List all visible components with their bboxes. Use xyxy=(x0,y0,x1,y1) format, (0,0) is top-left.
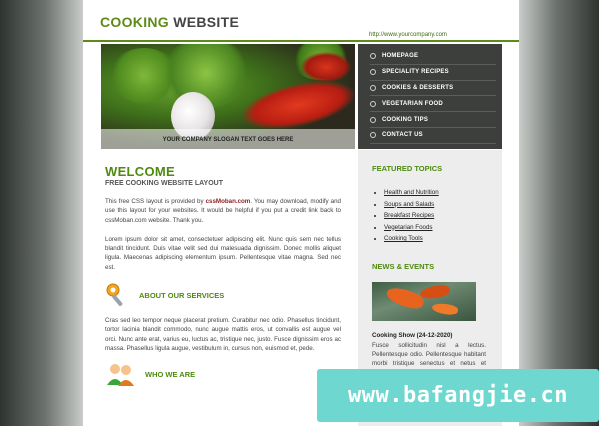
topic-link[interactable]: Soups and Salads xyxy=(384,199,502,211)
event-title[interactable]: Cooking Show (24-12-2020) xyxy=(372,332,452,339)
topic-link[interactable]: Vegetarian Foods xyxy=(384,222,502,234)
site-logo[interactable]: COOKING WEBSITE xyxy=(100,14,239,30)
circle-bullet-icon xyxy=(370,116,376,123)
topic-link[interactable]: Health and Nutrition xyxy=(384,187,502,199)
news-events-title: NEWS & EVENTS xyxy=(372,261,435,271)
page-subtitle: FREE COOKING WEBSITE LAYOUT xyxy=(105,180,223,187)
nav-item-homepage[interactable]: HOMEPAGE xyxy=(370,49,496,65)
topic-link[interactable]: Cooking Tools xyxy=(384,233,502,245)
page-container: COOKING WEBSITE http://www.yourcompany.c… xyxy=(83,0,519,426)
koi-decoration xyxy=(431,302,459,316)
circle-bullet-icon xyxy=(370,53,376,60)
who-title: WHO WE ARE xyxy=(145,369,196,379)
intro-text: This free CSS layout is provided by xyxy=(105,198,206,205)
hero-banner: YOUR COMPANY SLOGAN TEXT GOES HERE xyxy=(101,44,355,149)
nav-item-cooking-tips[interactable]: COOKING TIPS xyxy=(370,112,496,128)
topics-list: Health and Nutrition Soups and Salads Br… xyxy=(384,187,502,245)
nav-item-cookies-desserts[interactable]: COOKIES & DESSERTS xyxy=(370,81,496,97)
lorem-paragraph: Lorem ipsum dolor sit amet, consectetuer… xyxy=(105,235,341,271)
hero-slogan: YOUR COMPANY SLOGAN TEXT GOES HERE xyxy=(162,137,294,143)
watermark-overlay: www.bafangjie.cn xyxy=(317,369,599,422)
nav-item-speciality-recipes[interactable]: SPECIALITY RECIPES xyxy=(370,65,496,81)
circle-bullet-icon xyxy=(370,84,376,91)
watermark-text: www.bafangjie.cn xyxy=(348,383,568,408)
news-image[interactable] xyxy=(372,282,476,321)
circle-bullet-icon xyxy=(370,100,376,107)
logo-part1: COOKING xyxy=(100,14,169,30)
header: COOKING WEBSITE http://www.yourcompany.c… xyxy=(83,0,519,42)
pepper-decoration xyxy=(237,72,355,138)
nav-item-label: COOKING TIPS xyxy=(382,116,429,123)
nav-item-label: CONTACT US xyxy=(382,132,423,139)
circle-bullet-icon xyxy=(370,132,376,139)
services-title: ABOUT OUR SERVICES xyxy=(139,290,225,300)
nav-item-vegetarian-food[interactable]: VEGETARIAN FOOD xyxy=(370,96,496,113)
page-title: WELCOME xyxy=(105,164,175,179)
wrench-icon xyxy=(106,283,123,307)
circle-bullet-icon xyxy=(370,69,376,76)
intro-paragraph: This free CSS layout is provided by cssM… xyxy=(105,197,341,225)
logo-part2: WEBSITE xyxy=(173,14,240,30)
koi-decoration xyxy=(419,283,451,301)
nav-item-label: VEGETARIAN FOOD xyxy=(382,100,443,107)
main-content: WELCOME FREE COOKING WEBSITE LAYOUT This… xyxy=(105,164,341,387)
services-heading: ABOUT OUR SERVICES xyxy=(105,282,341,308)
company-url[interactable]: http://www.yourcompany.com xyxy=(369,32,447,38)
main-nav: HOMEPAGE SPECIALITY RECIPES COOKIES & DE… xyxy=(358,44,502,149)
koi-decoration xyxy=(384,284,426,312)
pepper-decoration xyxy=(301,52,351,82)
services-paragraph: Cras sed leo tempor neque placerat preti… xyxy=(105,317,341,352)
nav-item-label: SPECIALITY RECIPES xyxy=(382,69,449,76)
nav-item-contact-us[interactable]: CONTACT US xyxy=(370,128,496,144)
who-heading: WHO WE ARE xyxy=(105,361,341,387)
topic-link[interactable]: Breakfast Recipes xyxy=(384,210,502,222)
nav-item-label: HOMEPAGE xyxy=(382,53,419,60)
nav-item-label: COOKIES & DESSERTS xyxy=(382,84,454,91)
people-icon xyxy=(107,364,134,387)
cssmoban-link[interactable]: cssMoban.com xyxy=(206,198,251,205)
featured-topics-title: FEATURED TOPICS xyxy=(372,164,443,173)
